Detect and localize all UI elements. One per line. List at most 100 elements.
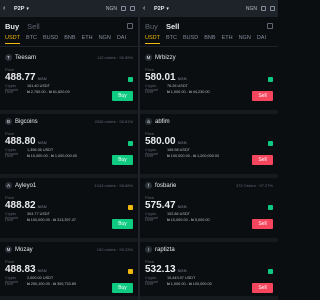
limit-value: ₦ 1,000.00 - ₦ 44,230.00 [167,90,210,94]
top-bar: ‹ P2P ▾ NGN [0,0,138,17]
asset-tab-btc[interactable]: BTC [166,35,177,43]
back-arrow-icon[interactable]: ‹ [143,5,151,12]
price-value: 488.77 [5,72,36,83]
sell-panel: ‹ P2P ▾ NGN Buy Sell USDT BTC BUSD BNB E… [140,0,278,300]
app-title[interactable]: P2P [154,6,164,12]
buy-button[interactable]: Buy [112,91,133,101]
merchant-stats: 112 orders · 96.55% [97,55,133,60]
avatar: M [145,54,152,61]
sell-button[interactable]: Sell [252,91,273,101]
top-bar: ‹ P2P ▾ NGN [140,0,278,17]
menu-icon[interactable] [270,6,275,11]
limit-label: Limit [145,218,154,222]
tab-sell[interactable]: Sell [166,22,179,31]
chevron-down-icon[interactable]: ▾ [166,6,169,12]
asset-tab-eth[interactable]: ETH [82,35,93,43]
price-value: 580.01 [145,72,176,83]
amount-label: Crypto Amount [5,84,19,92]
app-title[interactable]: P2P [14,6,24,12]
payment-method-icon [268,141,273,146]
merchant-stats: 373 Orders · 97.27% [235,183,273,188]
asset-tab-ngn[interactable]: NGN [99,35,111,43]
amount-label: Crypto Amount [5,276,19,284]
price-unit: NGN [37,76,47,81]
merchant-name[interactable]: Mrbizzy [155,55,176,61]
asset-tab-bnb[interactable]: BNB [204,35,215,43]
amount-value: 76.26 USDT [167,84,188,88]
merchant-name[interactable]: Mozay [15,247,33,253]
asset-tab-ngn[interactable]: NGN [239,35,251,43]
limit-value: ₦ 100,000.00 - ₦ 1,200,000.00 [167,154,220,158]
payment-method-icon [268,269,273,274]
asset-tab-eth[interactable]: ETH [222,35,233,43]
orders-icon[interactable] [121,6,126,11]
asset-tab-btc[interactable]: BTC [26,35,37,43]
limit-value: ₦ 250,100.00 - ₦ 300,733.89 [27,282,76,286]
currency-selector[interactable]: NGN [246,6,257,12]
sell-button[interactable]: Sell [252,219,273,229]
filter-icon[interactable] [127,23,133,29]
avatar: T [5,54,12,61]
payment-method-icon [128,77,133,82]
limit-label: Limit [145,282,154,286]
chevron-down-icon[interactable]: ▾ [26,6,29,12]
price-value: 488.82 [5,200,36,211]
back-arrow-icon[interactable]: ‹ [3,5,11,12]
price-value: 488.80 [5,136,36,147]
merchant-name[interactable]: fosbarie [155,183,176,189]
tab-buy[interactable]: Buy [5,22,19,31]
currency-selector[interactable]: NGN [106,6,117,12]
amount-value: 304.77 USDT [27,212,51,216]
asset-tab-dai[interactable]: DAI [117,35,126,43]
price-unit: NGN [177,76,187,81]
price-unit: NGN [37,140,47,145]
asset-tab-bnb[interactable]: BNB [64,35,75,43]
amount-label: Crypto Amount [145,84,159,92]
limit-label: Limit [145,154,154,158]
offer-card: f fosbarie 373 Orders · 97.27% Price 575… [140,178,278,242]
price-unit: NGN [177,268,187,273]
sell-button[interactable]: Sell [252,155,273,165]
offer-card: r raptizta Price 532.13 NGN Crypto Amoun… [140,242,278,300]
offer-card: M Mrbizzy Price 580.01 NGN Crypto Amount… [140,50,278,114]
avatar: B [5,118,12,125]
sell-button[interactable]: Sell [252,283,273,293]
avatar: r [145,246,152,253]
merchant-name[interactable]: raptizta [155,247,175,253]
price-unit: NGN [177,140,187,145]
amount-value: 102.86 USDT [167,212,191,216]
menu-icon[interactable] [130,6,135,11]
offer-card: M Mozay 150 orders · 99.33% Price 488.83… [0,242,138,300]
asset-tab-busd[interactable]: BUSD [43,35,58,43]
price-value: 575.47 [145,200,176,211]
amount-value: 10,443.97 USDT [167,276,196,280]
offer-card: B Bigcoins 2036 orders · 98.81% Price 48… [0,114,138,178]
orders-icon[interactable] [261,6,266,11]
buy-button[interactable]: Buy [112,219,133,229]
avatar: a [145,118,152,125]
merchant-name[interactable]: Bigcoins [15,119,38,125]
payment-method-icon [128,205,133,210]
limit-value: ₦ 2,750.00 - ₦ 61,820.09 [27,90,70,94]
tab-sell[interactable]: Sell [27,22,40,31]
filter-icon[interactable] [267,23,273,29]
limit-label: Limit [5,90,14,94]
limit-value: ₦ 1,000.00 - ₦ 100,000.00 [167,282,212,286]
avatar: M [5,246,12,253]
amount-label: Crypto Amount [145,276,159,284]
asset-tab-usdt[interactable]: USDT [5,35,20,44]
price-unit: NGN [37,204,47,209]
merchant-name[interactable]: Teesam [15,55,36,61]
merchant-name[interactable]: abfim [155,119,170,125]
asset-tab-busd[interactable]: BUSD [183,35,198,43]
limit-value: ₦ 100,000.00 - ₦ 313,397.47 [27,218,76,222]
buy-button[interactable]: Buy [112,283,133,293]
asset-tab-dai[interactable]: DAI [257,35,266,43]
merchant-name[interactable]: Ayleyo1 [15,183,36,189]
price-value: 580.00 [145,136,176,147]
buy-button[interactable]: Buy [112,155,133,165]
asset-tab-usdt[interactable]: USDT [145,35,160,44]
limit-value: ₦ 10,000.00 - ₦ 1,000,000.00 [27,154,78,158]
merchant-stats: 1043 orders · 98.88% [94,183,133,188]
tab-buy[interactable]: Buy [145,22,158,31]
